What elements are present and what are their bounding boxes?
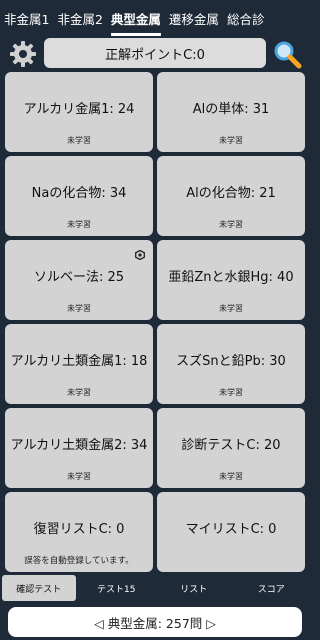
- card-status: 未学習: [67, 220, 91, 229]
- card-status: 未学習: [219, 388, 243, 397]
- topic-card-solvay-process[interactable]: ソルベー法: 25 未学習: [5, 240, 153, 320]
- card-title: Alの単体: 31: [192, 102, 270, 117]
- category-switcher[interactable]: ◁ 典型金属: 257問 ▷: [8, 607, 302, 637]
- card-title: 亜鉛Znと水銀Hg: 40: [168, 270, 294, 285]
- topic-card-alkaline-earth-2[interactable]: アルカリ土類金属2: 34 未学習: [5, 408, 153, 488]
- topic-card-my-list[interactable]: マイリストC: 0: [157, 492, 305, 572]
- tab-transition-metals[interactable]: 遷移金属: [165, 0, 223, 36]
- card-title: マイリストC: 0: [185, 522, 277, 537]
- bottom-nav-test-15[interactable]: テスト15: [79, 575, 153, 601]
- topic-card-zinc-mercury[interactable]: 亜鉛Znと水銀Hg: 40 未学習: [157, 240, 305, 320]
- card-status: 未学習: [219, 472, 243, 481]
- card-title: 診断テストC: 20: [181, 438, 281, 453]
- topic-grid: アルカリ金属1: 24 未学習 Alの単体: 31 未学習 Naの化合物: 34…: [5, 72, 305, 572]
- topic-card-al-element[interactable]: Alの単体: 31 未学習: [157, 72, 305, 152]
- correct-points-display: 正解ポイントC:0: [44, 38, 266, 68]
- bottom-nav-list[interactable]: リスト: [157, 575, 231, 601]
- category-tabs: 非金属1 非金属2 典型金属 遷移金属 総合診: [0, 0, 310, 36]
- card-status: 未学習: [67, 388, 91, 397]
- bottom-nav-check-test[interactable]: 確認テスト: [1, 575, 76, 601]
- card-status: 未学習: [67, 304, 91, 313]
- card-title: アルカリ土類金属1: 18: [10, 354, 148, 369]
- card-title: アルカリ金属1: 24: [23, 102, 135, 117]
- card-note: 誤答を自動登録しています。: [24, 556, 134, 566]
- bottom-nav: 確認テスト テスト15 リスト スコア: [0, 574, 310, 602]
- card-status: 未学習: [67, 136, 91, 145]
- topic-card-tin-lead[interactable]: スズSnと鉛Pb: 30 未学習: [157, 324, 305, 404]
- topic-card-na-compounds[interactable]: Naの化合物: 34 未学習: [5, 156, 153, 236]
- hexagon-icon: [135, 245, 145, 261]
- card-title: ソルベー法: 25: [33, 270, 125, 285]
- topic-card-al-compounds[interactable]: Alの化合物: 21 未学習: [157, 156, 305, 236]
- topic-card-alkali-metals-1[interactable]: アルカリ金属1: 24 未学習: [5, 72, 153, 152]
- search-icon[interactable]: [272, 39, 302, 69]
- topic-card-review-list[interactable]: 復習リストC: 0 誤答を自動登録しています。: [5, 492, 153, 572]
- bottom-nav-score[interactable]: スコア: [234, 575, 308, 601]
- card-title: スズSnと鉛Pb: 30: [176, 354, 286, 369]
- header-row: 正解ポイントC:0: [0, 36, 310, 70]
- tab-nonmetal-1[interactable]: 非金属1: [0, 0, 53, 36]
- card-status: 未学習: [219, 304, 243, 313]
- gear-icon[interactable]: [8, 39, 38, 69]
- topic-card-alkaline-earth-1[interactable]: アルカリ土類金属1: 18 未学習: [5, 324, 153, 404]
- card-title: Naの化合物: 34: [31, 186, 127, 201]
- card-title: アルカリ土類金属2: 34: [10, 438, 148, 453]
- tab-nonmetal-2[interactable]: 非金属2: [53, 0, 106, 36]
- tab-typical-metals[interactable]: 典型金属: [107, 0, 165, 36]
- card-title: 復習リストC: 0: [33, 522, 125, 537]
- card-status: 未学習: [67, 472, 91, 481]
- card-status: 未学習: [219, 136, 243, 145]
- card-title: Alの化合物: 21: [186, 186, 276, 201]
- topic-card-diagnostic-test[interactable]: 診断テストC: 20 未学習: [157, 408, 305, 488]
- tab-comprehensive[interactable]: 総合診: [223, 0, 269, 36]
- card-status: 未学習: [219, 220, 243, 229]
